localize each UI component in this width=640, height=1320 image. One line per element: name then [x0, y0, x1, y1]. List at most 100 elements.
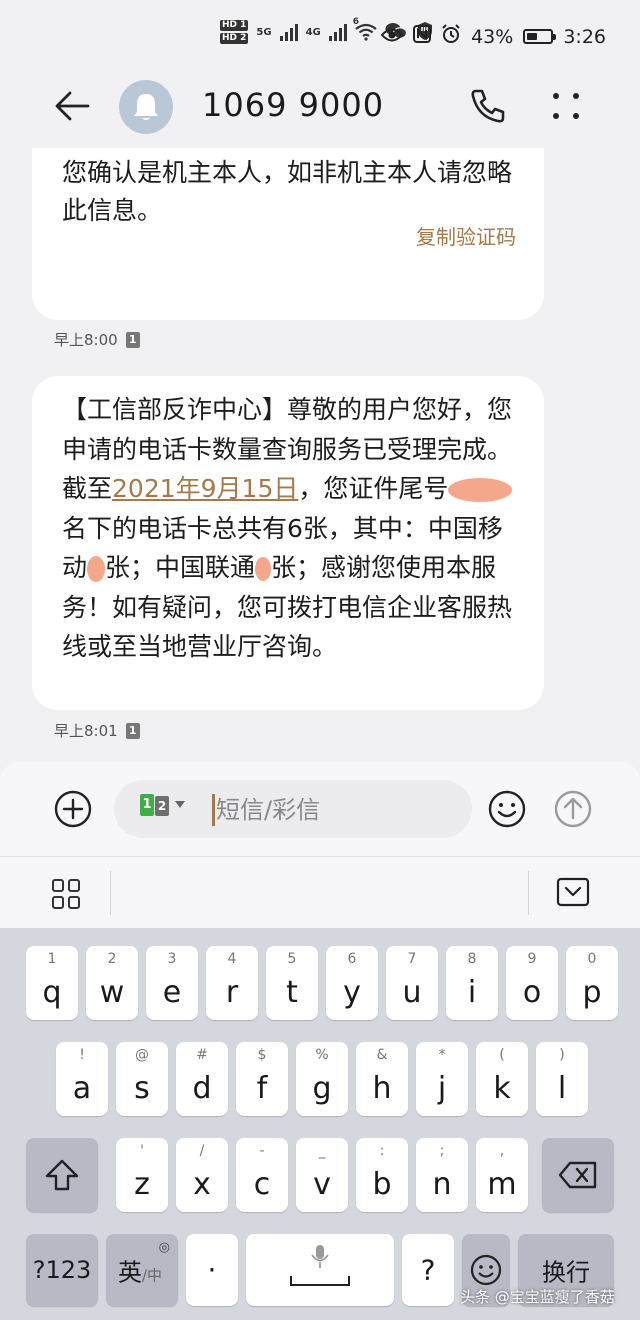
- key-t[interactable]: 5t: [266, 946, 318, 1020]
- key-secondary-label: 3: [167, 951, 177, 967]
- more-options-button[interactable]: [548, 88, 584, 124]
- bell-icon: [134, 94, 158, 120]
- sim-badge: 1: [125, 722, 140, 739]
- message-text: 您确认是机主本人，如非机主本人请忽略此信息。: [62, 158, 513, 225]
- key-label: p: [582, 975, 602, 1010]
- key-s[interactable]: @ s: [116, 1042, 168, 1116]
- numbers-key[interactable]: ?123: [26, 1234, 98, 1306]
- date-link[interactable]: 2021年9月15日: [112, 474, 298, 503]
- timestamp-text: 早上8:00: [54, 331, 118, 349]
- key-g[interactable]: % g: [296, 1042, 348, 1116]
- key-label: r: [225, 975, 239, 1010]
- key-secondary-label: 2: [107, 951, 117, 967]
- key-p[interactable]: 0p: [566, 946, 618, 1020]
- key-label: ?123: [32, 1256, 92, 1284]
- key-y[interactable]: 6y: [326, 946, 378, 1020]
- key-label: d: [192, 1071, 212, 1106]
- send-button[interactable]: [554, 790, 592, 828]
- back-arrow-icon: [55, 91, 90, 121]
- text-cursor: [212, 794, 215, 826]
- key-o[interactable]: 9o: [506, 946, 558, 1020]
- key-r[interactable]: 4r: [206, 946, 258, 1020]
- key-n[interactable]: ; n: [416, 1138, 468, 1212]
- collapse-keyboard-icon: [556, 877, 590, 907]
- key-f[interactable]: $ f: [236, 1042, 288, 1116]
- keyboard-toolbar: [0, 856, 640, 928]
- backspace-key[interactable]: [542, 1138, 614, 1212]
- dot-key[interactable]: ·: [186, 1234, 238, 1306]
- key-label: b: [372, 1167, 392, 1202]
- microphone-icon: [311, 1245, 329, 1268]
- network-type-2: 4G: [305, 26, 321, 38]
- key-label: ?: [420, 1253, 436, 1287]
- key-m[interactable]: ,m: [476, 1138, 528, 1212]
- redaction-mark: [448, 478, 513, 502]
- battery-percent: 43%: [471, 25, 514, 48]
- key-k[interactable]: (k: [476, 1042, 528, 1116]
- key-label: i: [467, 975, 477, 1010]
- lang-secondary: /中: [141, 1266, 163, 1285]
- apps-grid-icon[interactable]: [52, 879, 82, 909]
- key-c[interactable]: -c: [236, 1138, 288, 1212]
- key-label: u: [402, 975, 422, 1010]
- key-label: x: [193, 1167, 211, 1202]
- key-h[interactable]: & h: [356, 1042, 408, 1116]
- key-label: 英/中: [102, 1253, 178, 1288]
- key-v[interactable]: _ v: [296, 1138, 348, 1212]
- key-secondary-label: $: [257, 1047, 267, 1063]
- signal-1-icon: [279, 23, 298, 41]
- message-text: 【工信部反诈中心】尊敬的用户您好，您申请的电话卡数量查询服务已受理完成。截至20…: [62, 390, 524, 667]
- space-bar-icon: [290, 1276, 350, 1286]
- clock: 3:26: [563, 25, 606, 48]
- question-key[interactable]: ?: [402, 1234, 454, 1306]
- copy-code-link[interactable]: 复制验证码: [416, 221, 516, 250]
- contact-avatar[interactable]: [119, 80, 173, 134]
- key-w[interactable]: 2w: [86, 946, 138, 1020]
- key-i[interactable]: 8i: [446, 946, 498, 1020]
- network-type-1: 5G: [256, 26, 272, 38]
- back-button[interactable]: [52, 86, 92, 126]
- message-bubble[interactable]: 【工信部反诈中心】尊敬的用户您好，您申请的电话卡数量查询服务已受理完成。截至20…: [32, 376, 544, 710]
- emoji-button[interactable]: [488, 790, 526, 828]
- key-x[interactable]: / x: [176, 1138, 228, 1212]
- key-j[interactable]: * j: [416, 1042, 468, 1116]
- text-segment: ，您证件尾号: [298, 474, 449, 503]
- key-label: q: [42, 975, 62, 1010]
- language-key[interactable]: ◎ 英/中: [106, 1234, 178, 1306]
- attach-button[interactable]: [54, 790, 92, 828]
- key-l[interactable]: ) l: [536, 1042, 588, 1116]
- signal-2-icon: [328, 23, 347, 41]
- sim1-badge: 1: [140, 794, 154, 816]
- wifi-icon: 6: [353, 17, 377, 41]
- message-input[interactable]: [216, 790, 446, 830]
- sim-selector[interactable]: 1 2: [140, 794, 185, 816]
- key-label: a: [72, 1071, 92, 1106]
- watermark: 头条 @宝宝蓝瘦了香菇: [460, 1288, 615, 1306]
- key-label: l: [557, 1071, 567, 1106]
- message-field[interactable]: 1 2: [114, 780, 472, 838]
- key-e[interactable]: 3e: [146, 946, 198, 1020]
- hd1-badge: HD 1: [220, 20, 249, 31]
- key-b[interactable]: :b: [356, 1138, 408, 1212]
- message-list[interactable]: 您确认是机主本人，如非机主本人请忽略此信息。 复制验证码 早上8:00 1 【工…: [0, 148, 640, 762]
- key-u[interactable]: 7u: [386, 946, 438, 1020]
- key-label: ·: [207, 1253, 217, 1287]
- key-secondary-label: (: [499, 1047, 505, 1063]
- message-timestamp: 早上8:01 1: [54, 720, 140, 741]
- key-z[interactable]: ' z: [116, 1138, 168, 1212]
- text-segment: 张；中国联通: [105, 553, 256, 582]
- key-a[interactable]: ! a: [56, 1042, 108, 1116]
- message-bubble[interactable]: 您确认是机主本人，如非机主本人请忽略此信息。 复制验证码: [32, 148, 544, 320]
- dot-icon: [553, 93, 559, 99]
- space-key[interactable]: [246, 1234, 394, 1306]
- key-label: 换行: [542, 1258, 590, 1287]
- wifi-version: 6: [352, 17, 360, 27]
- key-secondary-label: /: [199, 1143, 205, 1159]
- call-button[interactable]: [468, 86, 508, 126]
- key-secondary-label: 7: [407, 951, 417, 967]
- send-arrow-icon: [554, 790, 592, 828]
- shift-key[interactable]: [26, 1138, 98, 1212]
- key-d[interactable]: # d: [176, 1042, 228, 1116]
- key-q[interactable]: 1q: [26, 946, 78, 1020]
- hide-keyboard-button[interactable]: [556, 877, 590, 907]
